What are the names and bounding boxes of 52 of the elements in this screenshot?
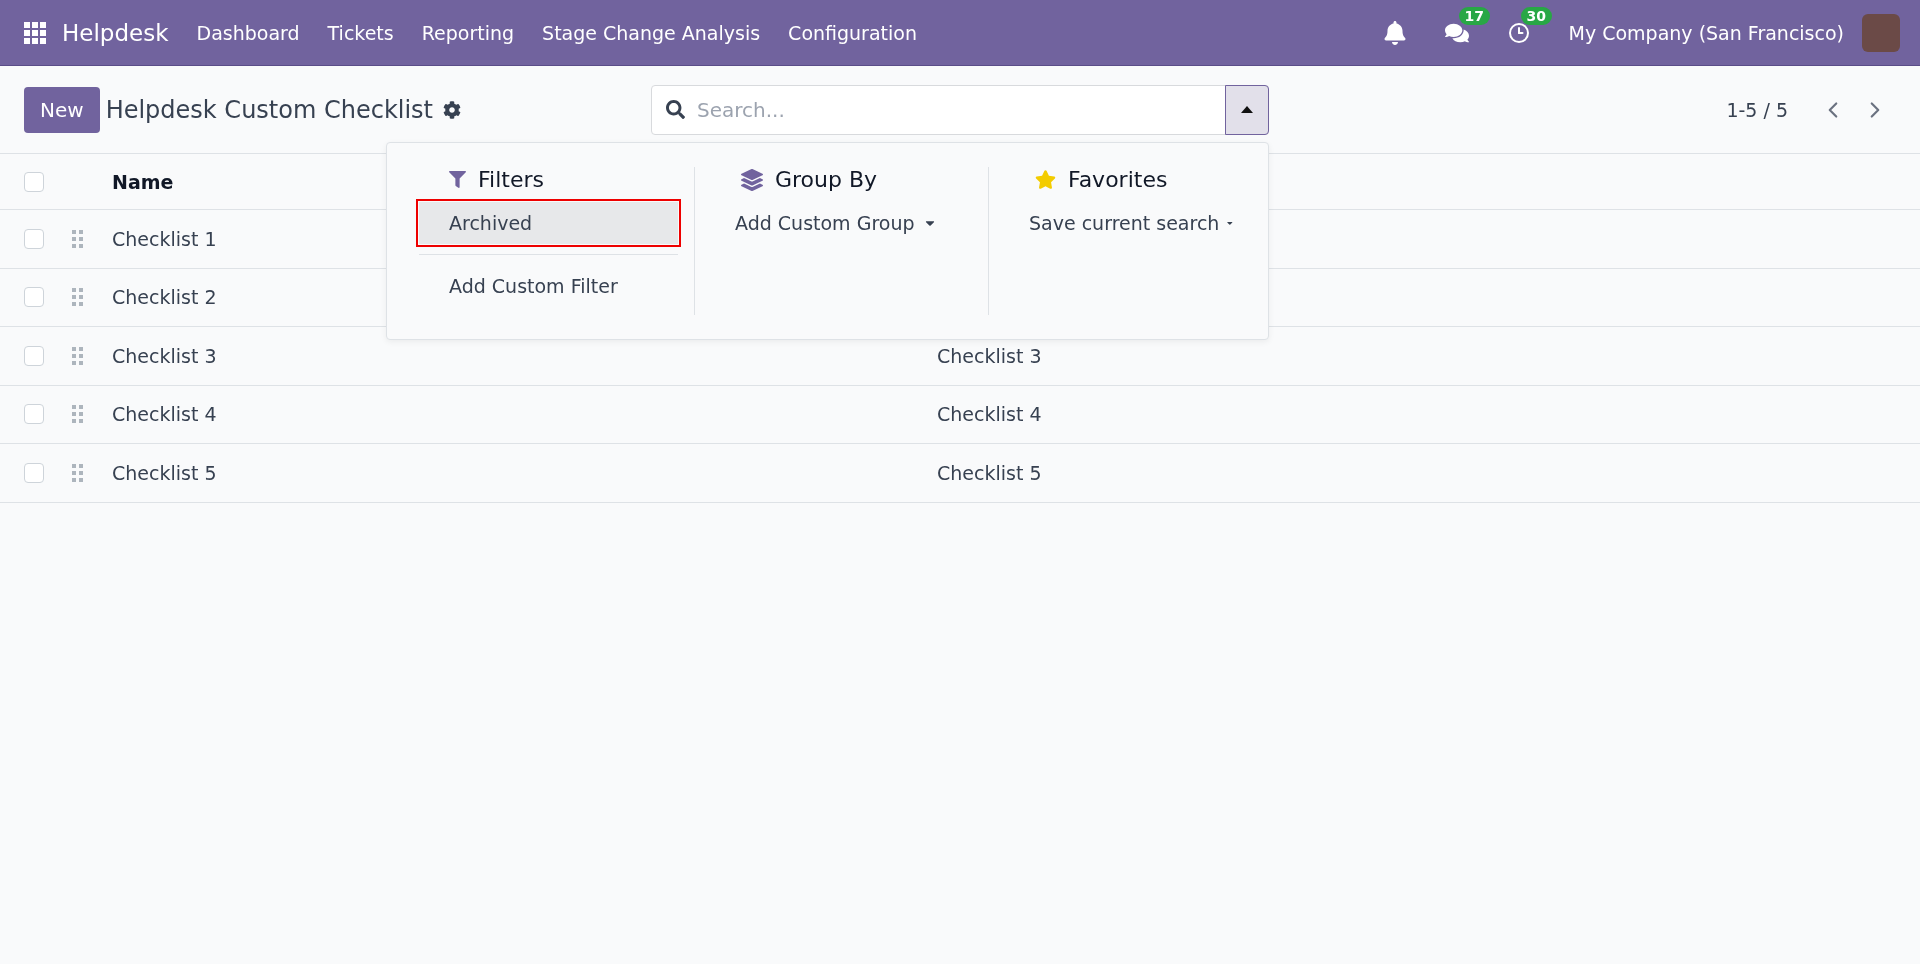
section-title: Filters [478,167,544,192]
row-checkbox[interactable] [24,228,44,249]
menu-item[interactable]: Configuration [788,21,917,44]
count-badge: 17 [1458,6,1490,25]
clock-icon[interactable] [1506,20,1531,45]
row-checkbox[interactable] [24,287,44,308]
star-icon [1035,169,1056,190]
drag-handle-icon[interactable] [72,229,84,248]
filter-option[interactable]: Archived [419,202,678,244]
menu-item[interactable]: Dashboard [196,21,300,44]
row-checkbox[interactable] [24,345,44,366]
layers-icon [741,168,763,191]
user-avatar[interactable] [1862,13,1900,52]
section-title: Group By [775,167,878,192]
table-cell: Checklist 1 [112,227,217,250]
section-title: Favorites [1068,167,1168,192]
search-icon [666,100,685,119]
menu-item[interactable]: Stage Change Analysis [542,21,761,44]
filter-icon [449,171,466,188]
count-badge: 30 [1520,6,1552,25]
row-checkbox[interactable] [24,462,44,483]
table-cell: Checklist 4 [937,403,1042,426]
table-cell: Checklist 2 [112,286,217,309]
bell-icon[interactable] [1382,20,1407,45]
drag-handle-icon[interactable] [72,288,84,307]
drag-handle-icon[interactable] [72,405,84,424]
add-custom-group-dropdown[interactable]: Add Custom Group [711,202,972,244]
drag-handle-icon[interactable] [72,346,84,365]
caret-icon [1241,106,1253,113]
column-header[interactable]: Name [112,170,174,193]
table-cell: Checklist 3 [112,344,217,367]
drag-handle-icon[interactable] [72,463,84,482]
search-options-toggle[interactable] [1225,84,1269,135]
add-custom-filter-link[interactable]: Add Custom Filter [419,265,678,307]
menu-item[interactable]: Reporting [421,21,515,44]
new-button[interactable]: New [24,86,100,133]
page-title: Helpdesk Custom Checklist [105,95,434,124]
app-grid-icon[interactable] [24,21,46,44]
company-name[interactable]: My Company (San Francisco) [1568,21,1844,44]
app-name[interactable]: Helpdesk [62,19,169,46]
select-all-checkbox[interactable] [24,171,44,192]
pager-value[interactable]: 1-5 / 5 [1726,98,1788,121]
table-cell: Checklist 4 [112,403,217,426]
settings-icon[interactable] [443,100,462,119]
save-search-dropdown[interactable]: Save current search [1005,202,1233,244]
row-checkbox[interactable] [24,404,44,425]
table-cell: Checklist 3 [937,344,1042,367]
search-bar[interactable]: Search... [651,84,1269,135]
menu-item[interactable]: Tickets [327,21,394,44]
table-cell: Checklist 5 [937,461,1042,484]
table-cell: Checklist 5 [112,461,217,484]
search-field[interactable]: Search... [685,97,1225,122]
